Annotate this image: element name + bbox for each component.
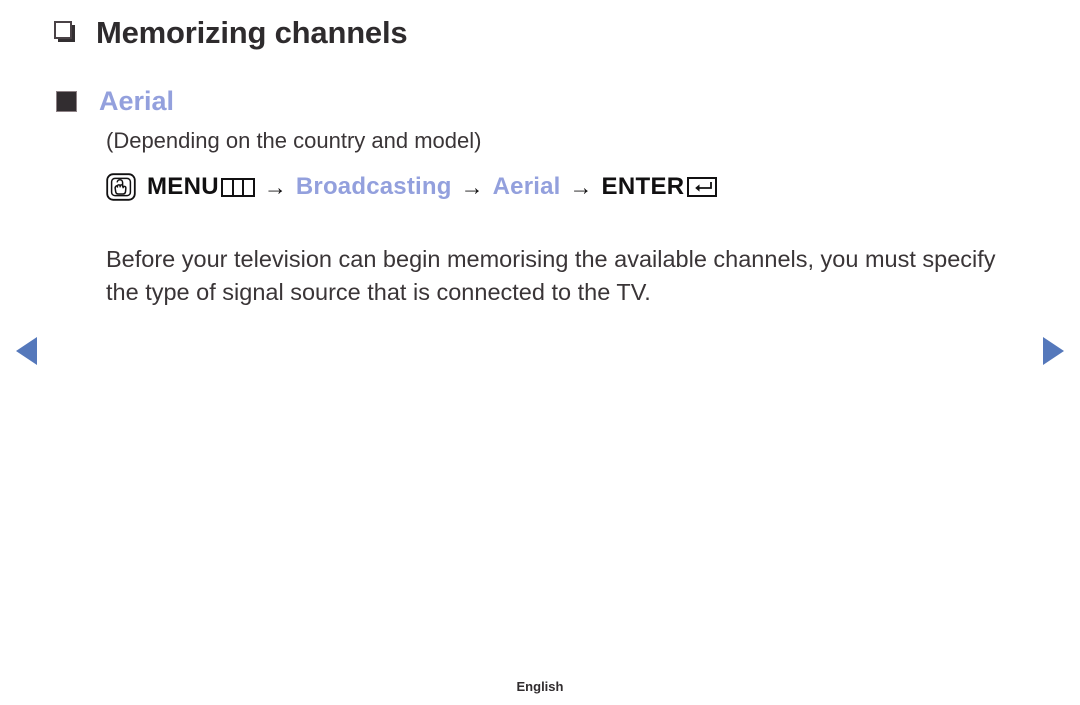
right-triangle-arrow-icon[interactable] (1043, 337, 1064, 365)
footer-language-label: English (516, 679, 564, 694)
menu-path-separator: → (263, 173, 287, 200)
body-paragraph: Before your television can begin memoris… (106, 245, 996, 305)
menu-path-separator: → (569, 173, 593, 200)
filled-square-bullet-icon (56, 90, 77, 112)
page-root: Memorizing channels Aerial (Depending on… (0, 0, 1080, 705)
menu-bars-glyph (220, 177, 255, 197)
section-heading: Aerial (99, 85, 175, 116)
menu-path-step-menu[interactable]: MENU (147, 173, 219, 201)
section-heading-row: Aerial (56, 82, 174, 120)
menu-path-step-broadcasting[interactable]: Broadcasting (296, 173, 452, 201)
hand-press-button-icon (106, 173, 136, 201)
menu-path-step-enter[interactable]: ENTER (602, 173, 685, 201)
enter-return-glyph (687, 177, 718, 197)
hollow-square-3d-bullet-icon (54, 21, 76, 43)
left-triangle-arrow-icon[interactable] (16, 337, 37, 365)
page-title: Memorizing channels (96, 14, 408, 50)
section-note: (Depending on the country and model) (106, 128, 482, 153)
menu-path: MENU → Broadcasting → Aerial → ENTER (106, 170, 718, 204)
menu-path-separator: → (460, 173, 484, 200)
page-title-row: Memorizing channels (54, 9, 408, 55)
menu-path-step-aerial[interactable]: Aerial (493, 173, 561, 201)
